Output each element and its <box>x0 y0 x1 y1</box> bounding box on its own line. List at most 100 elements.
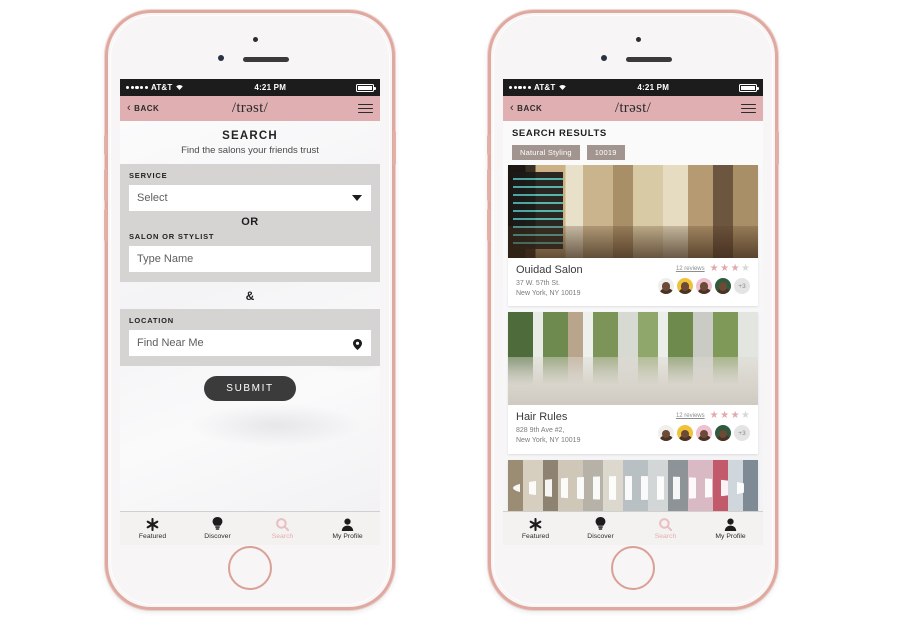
result-card-info: Hair Rules 828 9th Ave #2, New York, NY … <box>508 405 758 453</box>
mute-switch[interactable] <box>104 135 107 155</box>
person-icon <box>724 517 737 531</box>
signal-strength-icon <box>509 85 531 90</box>
wifi-icon <box>175 83 184 93</box>
clock-label: 4:21 PM <box>637 83 670 92</box>
screen-search: AT&T 4:21 PM ‹ BACK /trəst/ SEARCH Find … <box>120 79 380 545</box>
mute-switch[interactable] <box>487 135 490 155</box>
tab-discover-label: Discover <box>204 533 231 540</box>
location-panel: LOCATION Find Near Me <box>120 309 380 366</box>
avatar[interactable] <box>696 278 712 294</box>
signal-strength-icon <box>126 85 148 90</box>
avatar[interactable] <box>658 425 674 442</box>
location-input[interactable]: Find Near Me <box>129 330 371 356</box>
tab-discover[interactable]: Discover <box>185 512 250 545</box>
review-count-link[interactable]: 12 reviews <box>676 266 705 272</box>
front-camera-icon <box>218 55 224 61</box>
battery-icon <box>356 83 376 92</box>
result-card[interactable]: Ouidad Salon 37 W. 57th St. New York, NY… <box>508 165 758 307</box>
phone-left: AT&T 4:21 PM ‹ BACK /trəst/ SEARCH Find … <box>104 10 396 610</box>
tab-bar: Featured Discover Search My Profile <box>120 511 380 545</box>
tab-featured[interactable]: Featured <box>503 512 568 545</box>
home-button[interactable] <box>611 546 655 590</box>
carrier-label: AT&T <box>533 83 556 92</box>
hamburger-icon[interactable] <box>358 103 373 114</box>
avatar[interactable] <box>696 425 712 442</box>
tab-search[interactable]: Search <box>633 512 698 545</box>
submit-button[interactable]: SUBMIT <box>204 376 296 401</box>
person-icon <box>341 517 354 531</box>
result-card-info: Ouidad Salon 37 W. 57th St. New York, NY… <box>508 258 758 306</box>
volume-up-button[interactable] <box>104 169 107 201</box>
salon-address-line1: 37 W. 57th St. <box>516 280 560 287</box>
result-card[interactable]: Hair Rules 828 9th Ave #2, New York, NY … <box>508 312 758 454</box>
salon-name: Ouidad Salon <box>516 264 583 276</box>
tab-my-profile[interactable]: My Profile <box>315 512 380 545</box>
tab-bar: Featured Discover Search My Profile <box>503 511 763 545</box>
tab-my-profile-label: My Profile <box>715 533 746 540</box>
avatar-overflow-count[interactable]: +3 <box>734 278 750 294</box>
back-label: BACK <box>517 104 543 113</box>
and-divider: & <box>245 289 255 303</box>
carrier-label: AT&T <box>150 83 173 92</box>
star-rating: ★ ★ ★ ★ <box>710 264 750 274</box>
tab-discover[interactable]: Discover <box>568 512 633 545</box>
results-list[interactable]: Ouidad Salon 37 W. 57th St. New York, NY… <box>503 165 763 511</box>
power-button[interactable] <box>393 131 396 165</box>
map-pin-icon[interactable] <box>353 338 362 350</box>
avatar[interactable] <box>677 425 693 442</box>
chevron-left-icon: ‹ <box>127 102 132 114</box>
salon-stylist-placeholder: Type Name <box>137 253 194 265</box>
volume-down-button[interactable] <box>487 209 490 241</box>
home-button[interactable] <box>228 546 272 590</box>
power-button[interactable] <box>776 131 779 165</box>
salon-address-line2: New York, NY 10019 <box>516 290 581 298</box>
back-label: BACK <box>134 104 160 113</box>
page-title: SEARCH RESULTS <box>512 128 607 139</box>
salon-address-line2: New York, NY 10019 <box>516 437 581 445</box>
salon-photo <box>508 312 758 406</box>
star-icon: ★ <box>730 263 740 274</box>
avatar[interactable] <box>677 278 693 294</box>
avatar[interactable] <box>658 278 674 294</box>
earpiece-speaker <box>243 57 289 62</box>
service-select-value: Select <box>137 192 168 204</box>
avatar[interactable] <box>715 278 731 294</box>
lightbulb-icon <box>212 517 223 531</box>
asterisk-icon <box>529 517 542 531</box>
status-bar: AT&T 4:21 PM <box>503 79 763 96</box>
filter-tag-service[interactable]: Natural Styling <box>512 145 580 160</box>
avatar[interactable] <box>715 425 731 442</box>
review-count-link[interactable]: 12 reviews <box>676 413 705 419</box>
star-icon-empty: ★ <box>741 410 750 422</box>
clock-label: 4:21 PM <box>254 83 287 92</box>
service-label: SERVICE <box>129 171 168 180</box>
volume-up-button[interactable] <box>487 169 490 201</box>
friend-avatars: +3 <box>658 425 750 442</box>
location-placeholder: Find Near Me <box>137 337 204 349</box>
hamburger-icon[interactable] <box>741 103 756 114</box>
avatar-overflow-count[interactable]: +3 <box>734 425 750 442</box>
back-button[interactable]: ‹ BACK <box>510 103 542 114</box>
result-card[interactable] <box>508 459 758 511</box>
rating-row: 12 reviews ★ ★ ★ ★ <box>676 264 750 274</box>
filter-tags: Natural Styling 10019 <box>512 145 754 160</box>
search-form-body: SEARCH Find the salons your friends trus… <box>120 121 380 511</box>
tab-my-profile[interactable]: My Profile <box>698 512 763 545</box>
back-button[interactable]: ‹ BACK <box>127 103 159 114</box>
filter-tag-zip[interactable]: 10019 <box>586 145 625 160</box>
tab-search-label: Search <box>654 533 677 540</box>
star-icon: ★ <box>709 410 719 422</box>
wifi-icon <box>558 83 567 93</box>
chevron-down-icon <box>352 195 362 201</box>
service-select[interactable]: Select <box>129 185 371 211</box>
volume-down-button[interactable] <box>104 209 107 241</box>
lightbulb-icon <box>595 517 606 531</box>
battery-icon <box>739 83 759 92</box>
or-divider: OR <box>241 216 259 228</box>
salon-name: Hair Rules <box>516 411 568 424</box>
tab-featured[interactable]: Featured <box>120 512 185 545</box>
status-bar: AT&T 4:21 PM <box>120 79 380 96</box>
salon-stylist-input[interactable]: Type Name <box>129 246 371 272</box>
front-camera-icon <box>601 55 607 61</box>
tab-search[interactable]: Search <box>250 512 315 545</box>
